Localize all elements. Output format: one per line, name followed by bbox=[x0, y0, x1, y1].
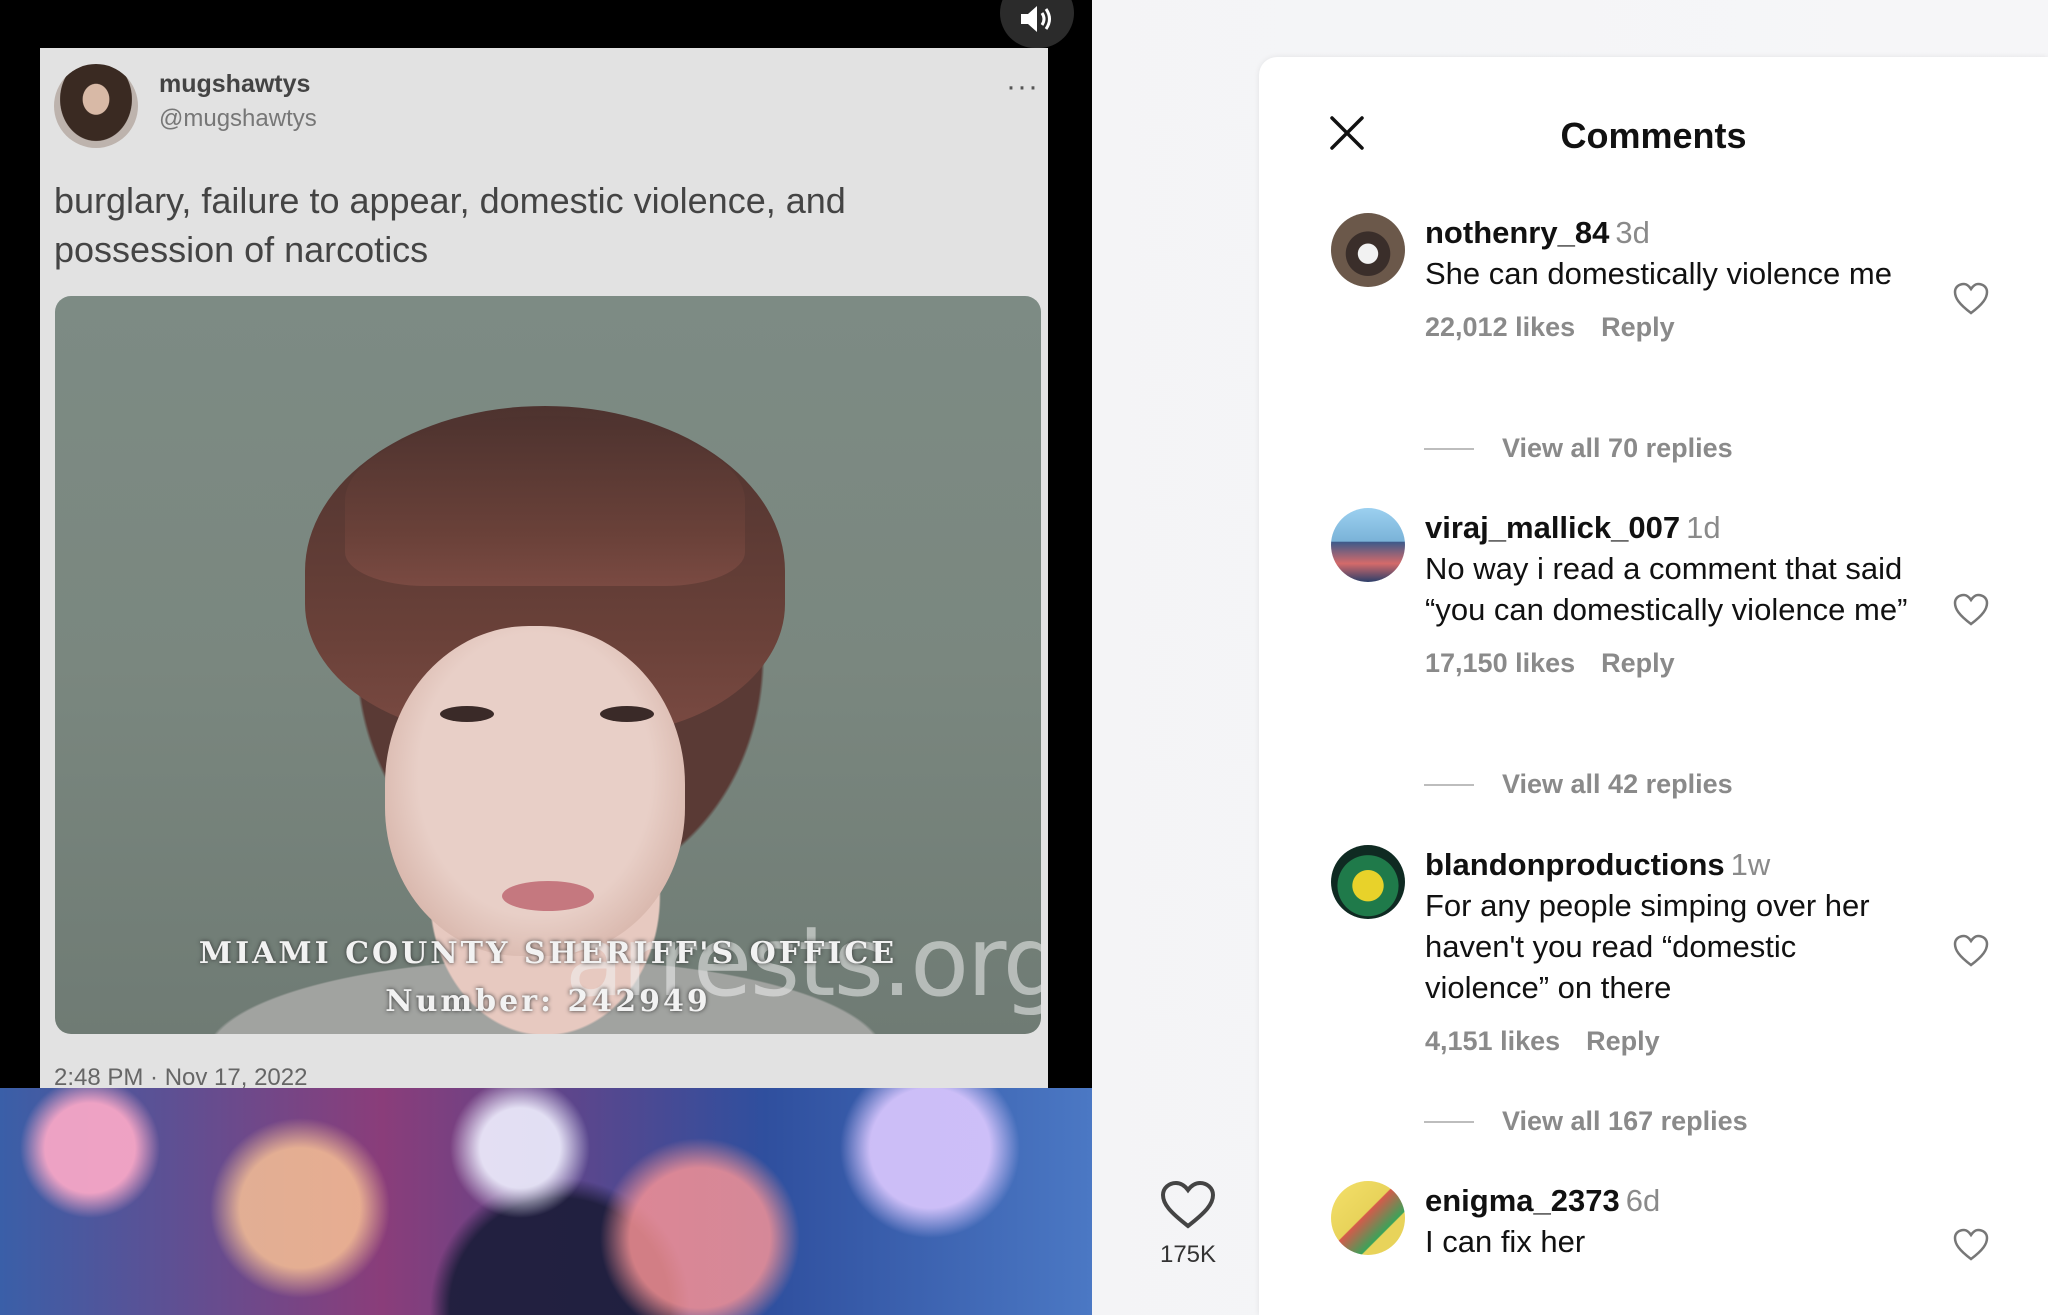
tweet-avatar bbox=[54, 64, 138, 148]
heart-icon[interactable] bbox=[1952, 1227, 1990, 1263]
divider bbox=[1424, 1120, 1474, 1123]
heart-icon bbox=[1160, 1180, 1216, 1229]
mute-button[interactable] bbox=[1000, 0, 1074, 48]
comment-age: 6d bbox=[1625, 1183, 1661, 1218]
mugshot-caption-line2: Number: 242949 bbox=[385, 984, 711, 1019]
comment-text: I can fix her bbox=[1425, 1224, 1586, 1259]
like-count: 175K bbox=[1159, 1241, 1217, 1268]
view-replies-label: View all 167 replies bbox=[1502, 1106, 1748, 1136]
speaker-on-icon bbox=[1021, 6, 1051, 32]
view-replies-button[interactable]: View all 167 replies bbox=[1424, 1106, 1748, 1137]
comment-likes[interactable]: 22,012 likes bbox=[1425, 312, 1575, 342]
reply-button[interactable]: Reply bbox=[1586, 1026, 1660, 1056]
comment-text: For any people simping over her haven't … bbox=[1425, 888, 1870, 1005]
more-options-icon: ··· bbox=[1006, 70, 1039, 103]
heart-icon[interactable] bbox=[1952, 592, 1990, 628]
comment-username[interactable]: blandonproductions bbox=[1425, 847, 1725, 882]
reel-video[interactable]: mugshawtys @mugshawtys ··· burglary, fai… bbox=[0, 0, 1092, 1315]
reply-button[interactable]: Reply bbox=[1601, 648, 1675, 678]
divider bbox=[1424, 447, 1474, 450]
comment-likes[interactable]: 4,151 likes bbox=[1425, 1026, 1560, 1056]
avatar[interactable] bbox=[1331, 213, 1405, 287]
comment-age: 1d bbox=[1686, 510, 1721, 545]
view-replies-button[interactable]: View all 70 replies bbox=[1424, 433, 1733, 464]
bangs-shape bbox=[345, 416, 745, 586]
tweet-author-name: mugshawtys bbox=[159, 70, 311, 98]
panel-title: Comments bbox=[1560, 115, 1747, 156]
reply-button[interactable]: Reply bbox=[1601, 312, 1675, 342]
comment-age: 1w bbox=[1730, 847, 1771, 882]
comment-text: She can domestically violence me bbox=[1425, 256, 1892, 291]
tweet-card: mugshawtys @mugshawtys ··· burglary, fai… bbox=[40, 48, 1048, 1098]
tweet-text: burglary, failure to appear, domestic vi… bbox=[54, 180, 846, 270]
like-button[interactable]: 175K bbox=[1150, 1180, 1226, 1269]
comment-text: No way i read a comment that said “you c… bbox=[1425, 551, 1908, 627]
view-replies-button[interactable]: View all 42 replies bbox=[1424, 769, 1733, 800]
blurred-video-background bbox=[0, 1088, 1092, 1315]
heart-icon[interactable] bbox=[1952, 933, 1990, 969]
avatar[interactable] bbox=[1331, 845, 1405, 919]
view-replies-label: View all 42 replies bbox=[1502, 769, 1733, 799]
comment-username[interactable]: enigma_2373 bbox=[1425, 1183, 1620, 1218]
eye-shape bbox=[440, 706, 494, 722]
avatar[interactable] bbox=[1331, 1181, 1405, 1255]
divider bbox=[1424, 783, 1474, 786]
heart-icon[interactable] bbox=[1952, 281, 1990, 317]
eye-shape bbox=[600, 706, 654, 722]
avatar[interactable] bbox=[1331, 508, 1405, 582]
tweet-author-handle: @mugshawtys bbox=[159, 105, 317, 132]
comment-age: 3d bbox=[1615, 215, 1650, 250]
comment-likes[interactable]: 17,150 likes bbox=[1425, 648, 1575, 678]
view-replies-label: View all 70 replies bbox=[1502, 433, 1733, 463]
comment-username[interactable]: viraj_mallick_007 bbox=[1425, 510, 1680, 545]
comment-username[interactable]: nothenry_84 bbox=[1425, 215, 1609, 250]
mugshot-caption-line1: MIAMI COUNTY SHERIFF'S OFFICE bbox=[198, 936, 898, 971]
mugshot-image: arrests.org MIAMI COUNTY SHERIFF'S OFFIC… bbox=[55, 296, 1041, 1034]
